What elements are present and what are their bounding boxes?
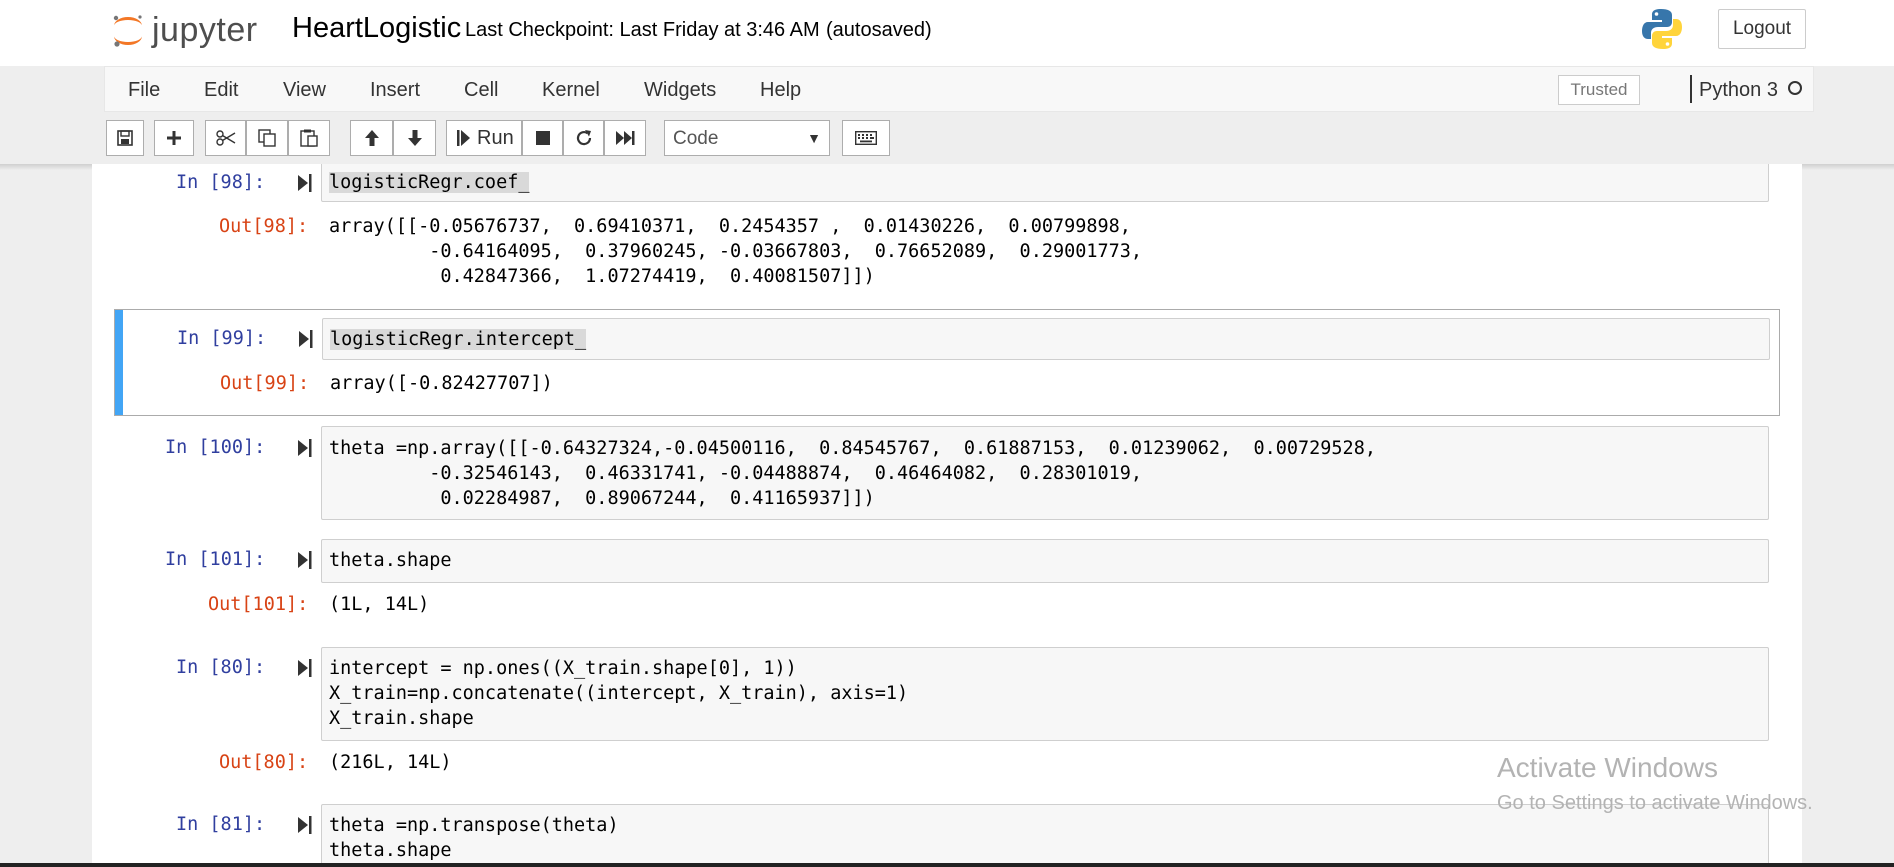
code-line: logisticRegr.intercept_ bbox=[330, 329, 587, 350]
interrupt-button[interactable] bbox=[522, 120, 563, 156]
activate-windows-title: Activate Windows bbox=[1497, 752, 1718, 783]
output-line: array([-0.82427707]) bbox=[330, 373, 553, 394]
menu-edit[interactable]: Edit bbox=[204, 79, 238, 102]
code-input[interactable]: theta =np.array([[-0.64327324,-0.0450011… bbox=[321, 426, 1769, 520]
output-prompt: Out[98]: bbox=[219, 216, 309, 237]
stop-icon bbox=[535, 131, 550, 145]
insert-cell-button[interactable] bbox=[154, 120, 194, 156]
input-prompt: In [80]: bbox=[176, 657, 266, 678]
menu-cell[interactable]: Cell bbox=[464, 79, 498, 102]
restart-run-all-button[interactable] bbox=[604, 120, 646, 156]
restart-icon bbox=[576, 130, 591, 146]
selected-code-cell[interactable]: In [99]: logisticRegr.intercept_ Out[99]… bbox=[114, 309, 1780, 416]
run-button[interactable]: Run bbox=[446, 120, 522, 156]
paste-button[interactable] bbox=[288, 120, 330, 156]
code-line: theta.shape bbox=[329, 840, 452, 861]
menu-help[interactable]: Help bbox=[760, 79, 801, 102]
code-line: theta.shape bbox=[329, 550, 452, 571]
menu-kernel[interactable]: Kernel bbox=[542, 79, 600, 102]
activate-windows-subtitle: Go to Settings to activate Windows. bbox=[1497, 792, 1813, 814]
chevron-down-icon: ▼ bbox=[807, 130, 821, 146]
kernel-idle-icon bbox=[1788, 81, 1802, 95]
taskbar-edge bbox=[0, 863, 1894, 867]
run-cell-icon[interactable] bbox=[298, 551, 312, 569]
input-prompt: In [98]: bbox=[176, 172, 266, 193]
code-text: logisticRegr.coef_ bbox=[329, 172, 530, 193]
menu-file[interactable]: File bbox=[128, 79, 160, 102]
move-up-button[interactable] bbox=[350, 120, 393, 156]
save-icon bbox=[117, 130, 133, 146]
checkpoint-status: Last Checkpoint: Last Friday at 3:46 AM bbox=[465, 19, 820, 41]
run-cell-icon[interactable] bbox=[298, 174, 312, 192]
command-palette-button[interactable] bbox=[842, 120, 890, 156]
run-cell-icon[interactable] bbox=[298, 439, 312, 457]
code-line: X_train.shape bbox=[329, 708, 474, 729]
code-input[interactable]: intercept = np.ones((X_train.shape[0], 1… bbox=[321, 647, 1769, 741]
keyboard-icon bbox=[855, 131, 877, 145]
run-cell-icon[interactable] bbox=[299, 330, 313, 348]
scissors-icon bbox=[215, 130, 235, 146]
output-line: (216L, 14L) bbox=[329, 752, 452, 773]
menu-insert[interactable]: Insert bbox=[370, 79, 420, 102]
run-cell-icon[interactable] bbox=[298, 816, 312, 834]
code-input[interactable]: theta.shape bbox=[321, 539, 1769, 583]
code-input[interactable]: logisticRegr.coef_ bbox=[321, 164, 1769, 202]
output-line: (1L, 14L) bbox=[329, 594, 430, 615]
selection-indicator bbox=[115, 310, 123, 415]
output-prompt: Out[80]: bbox=[219, 752, 309, 773]
output-line: 0.42847366, 1.07274419, 0.40081507]]) bbox=[329, 266, 875, 287]
python-logo-icon bbox=[1642, 9, 1682, 49]
cell-type-value: Code bbox=[673, 128, 719, 149]
notebook-name[interactable]: HeartLogistic bbox=[292, 12, 461, 45]
output-line: array([[-0.05676737, 0.69410371, 0.24543… bbox=[329, 216, 1131, 237]
code-line: 0.02284987, 0.89067244, 0.41165937]]) bbox=[329, 488, 875, 509]
code-input[interactable]: logisticRegr.intercept_ bbox=[322, 318, 1770, 360]
header-bar: jupyter HeartLogistic Last Checkpoint: L… bbox=[0, 0, 1894, 66]
kernel-divider bbox=[1690, 75, 1692, 103]
code-line: X_train=np.concatenate((intercept, X_tra… bbox=[329, 683, 909, 704]
jupyter-logo-icon bbox=[113, 15, 142, 47]
run-label: Run bbox=[477, 126, 514, 149]
input-prompt: In [100]: bbox=[165, 437, 266, 458]
plus-icon bbox=[167, 131, 181, 145]
output-prompt: Out[101]: bbox=[208, 594, 309, 615]
arrow-up-icon bbox=[364, 130, 379, 146]
jupyter-logo[interactable]: jupyter bbox=[110, 8, 258, 52]
output-line: -0.64164095, 0.37960245, -0.03667803, 0.… bbox=[329, 241, 1143, 262]
run-cell-icon[interactable] bbox=[298, 659, 312, 677]
output-prompt: Out[99]: bbox=[220, 373, 310, 394]
jupyter-logo-text: jupyter bbox=[152, 10, 258, 49]
code-line: -0.32546143, 0.46331741, -0.04488874, 0.… bbox=[329, 463, 1143, 484]
menu-view[interactable]: View bbox=[283, 79, 326, 102]
code-line: logisticRegr.coef_ bbox=[329, 172, 530, 193]
trusted-indicator[interactable]: Trusted bbox=[1558, 75, 1640, 105]
menu-widgets[interactable]: Widgets bbox=[644, 79, 716, 102]
menu-bar: File Edit View Insert Cell Kernel Widget… bbox=[104, 66, 1814, 112]
paste-icon bbox=[300, 129, 318, 147]
toolbar: Run Code ▼ bbox=[104, 112, 1814, 164]
save-button[interactable] bbox=[106, 120, 144, 156]
input-prompt: In [101]: bbox=[165, 549, 266, 570]
input-prompt: In [81]: bbox=[176, 814, 266, 835]
code-line: theta =np.array([[-0.64327324,-0.0450011… bbox=[329, 438, 1376, 459]
move-down-button[interactable] bbox=[393, 120, 436, 156]
copy-button[interactable] bbox=[246, 120, 288, 156]
copy-icon bbox=[258, 129, 276, 147]
autosave-status: (autosaved) bbox=[826, 19, 932, 41]
logout-button[interactable]: Logout bbox=[1718, 9, 1806, 49]
arrow-down-icon bbox=[407, 130, 422, 146]
run-icon bbox=[457, 130, 470, 146]
cut-button[interactable] bbox=[205, 120, 246, 156]
restart-button[interactable] bbox=[563, 120, 604, 156]
fast-forward-icon bbox=[616, 131, 635, 145]
code-text: logisticRegr.intercept_ bbox=[330, 329, 587, 350]
cell-type-select[interactable]: Code ▼ bbox=[664, 120, 830, 156]
input-prompt: In [99]: bbox=[177, 328, 267, 349]
code-line: intercept = np.ones((X_train.shape[0], 1… bbox=[329, 658, 797, 679]
kernel-name: Python 3 bbox=[1699, 79, 1778, 101]
code-line: theta =np.transpose(theta) bbox=[329, 815, 619, 836]
